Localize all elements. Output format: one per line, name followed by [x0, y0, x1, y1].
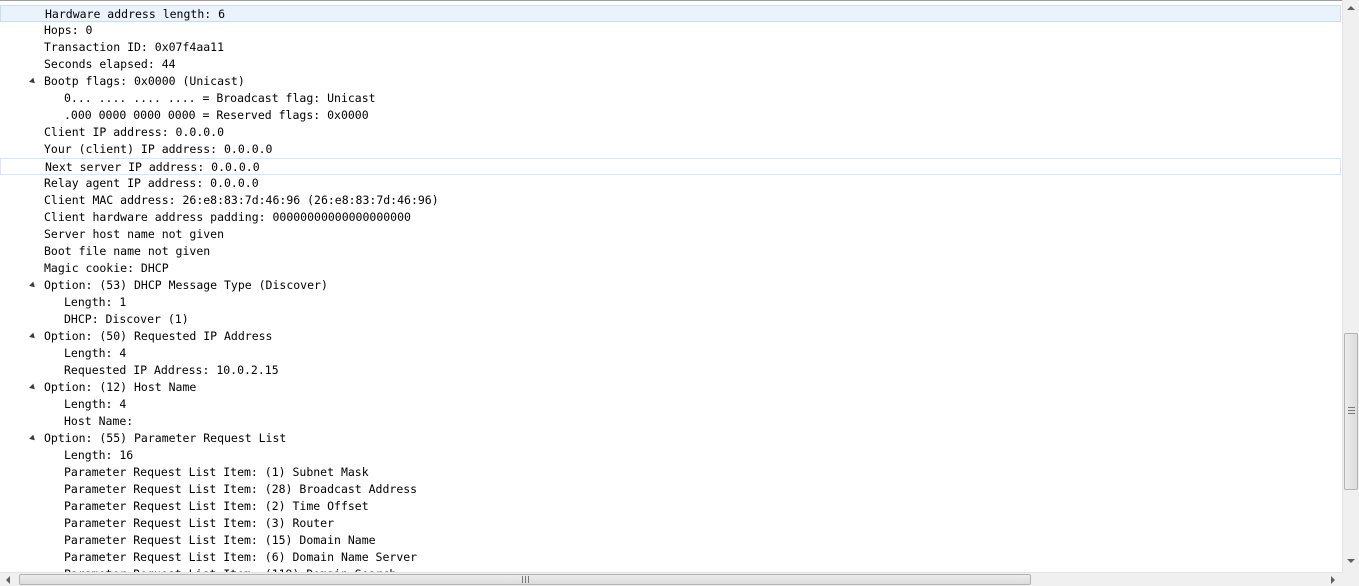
expander-triangle-icon[interactable] [29, 332, 37, 341]
tree-row-label: Parameter Request List Item: (3) Router [64, 516, 335, 530]
grip-icon [522, 576, 529, 583]
tree-row[interactable]: Length: 16 [0, 447, 1341, 464]
packet-details-tree[interactable]: Hardware address length: 6 Hops: 0 Transac… [0, 0, 1342, 572]
tree-row-label: Server host name not given [44, 227, 225, 241]
tree-row-label: Seconds elapsed: 44 [44, 57, 176, 71]
tree-row-label: Length: 16 [64, 448, 134, 462]
tree-row-label: Parameter Request List Item: (6) Domain … [64, 550, 418, 564]
tree-row[interactable]: Hops: 0 [0, 22, 1341, 39]
horizontal-scroll-thumb[interactable] [19, 574, 1031, 585]
tree-row-label: Parameter Request List Item: (15) Domain… [64, 533, 376, 547]
tree-row-label: Next server IP address: 0.0.0.0 [45, 160, 260, 174]
tree-row[interactable]: Relay agent IP address: 0.0.0.0 [0, 175, 1341, 192]
tree-row-label: Parameter Request List Item: (28) Broadc… [64, 482, 418, 496]
tree-row[interactable]: .000 0000 0000 0000 = Reserved flags: 0x… [0, 107, 1341, 124]
vertical-scroll-thumb[interactable] [1344, 333, 1358, 490]
tree-row-label: Length: 4 [64, 397, 127, 411]
tree-node-expandable[interactable]: Option: (55) Parameter Request List [0, 430, 1341, 447]
tree-row-label: DHCP: Discover (1) [64, 312, 189, 326]
tree-row[interactable]: Parameter Request List Item: (1) Subnet … [0, 464, 1341, 481]
tree-row[interactable]: Parameter Request List Item: (3) Router [0, 515, 1341, 532]
tree-row-label: Bootp flags: 0x0000 (Unicast) [44, 74, 245, 88]
scroll-right-arrow-icon[interactable] [1331, 576, 1335, 584]
tree-row-label: Parameter Request List Item: (1) Subnet … [64, 465, 369, 479]
tree-row[interactable]: Your (client) IP address: 0.0.0.0 [0, 141, 1341, 158]
tree-row[interactable]: Client IP address: 0.0.0.0 [0, 124, 1341, 141]
tree-row[interactable]: Parameter Request List Item: (28) Broadc… [0, 481, 1341, 498]
tree-row[interactable]: Length: 1 [0, 294, 1341, 311]
tree-row[interactable]: Requested IP Address: 10.0.2.15 [0, 362, 1341, 379]
tree-row-label: Option: (55) Parameter Request List [44, 431, 287, 445]
tree-row[interactable]: Hardware address length: 6 [0, 5, 1341, 22]
tree-row[interactable]: Parameter Request List Item: (2) Time Of… [0, 498, 1341, 515]
expander-triangle-icon[interactable] [29, 77, 37, 86]
tree-row-label: Client MAC address: 26:e8:83:7d:46:96 (2… [44, 193, 439, 207]
grip-icon [1348, 407, 1355, 414]
tree-row-label: Host Name: [64, 414, 134, 428]
tree-row-label: Parameter Request List Item: (2) Time Of… [64, 499, 369, 513]
tree-row-label: Transaction ID: 0x07f4aa11 [44, 40, 225, 54]
tree-row[interactable]: Host Name: [0, 413, 1341, 430]
tree-row[interactable]: 0... .... .... .... = Broadcast flag: Un… [0, 90, 1341, 107]
tree-row-label: Client IP address: 0.0.0.0 [44, 125, 225, 139]
scroll-down-arrow-icon[interactable] [1347, 559, 1355, 563]
tree-row[interactable]: Seconds elapsed: 44 [0, 56, 1341, 73]
expander-triangle-icon[interactable] [29, 281, 37, 290]
expander-triangle-icon[interactable] [29, 383, 37, 392]
tree-row[interactable]: Length: 4 [0, 345, 1341, 362]
tree-row-label: .000 0000 0000 0000 = Reserved flags: 0x… [64, 108, 369, 122]
tree-row-label: Your (client) IP address: 0.0.0.0 [44, 142, 273, 156]
scrollbar-corner [1342, 572, 1359, 586]
tree-row-label: Requested IP Address: 10.0.2.15 [64, 363, 279, 377]
tree-row-label: Option: (53) DHCP Message Type (Discover… [44, 278, 328, 292]
tree-row-label: Length: 4 [64, 346, 127, 360]
tree-node-expandable[interactable]: Bootp flags: 0x0000 (Unicast) [0, 73, 1341, 90]
tree-row-label: Client hardware address padding: 0000000… [44, 210, 411, 224]
scroll-up-arrow-icon[interactable] [1347, 6, 1355, 10]
tree-row[interactable]: Client MAC address: 26:e8:83:7d:46:96 (2… [0, 192, 1341, 209]
tree-row-label: Magic cookie: DHCP [44, 261, 169, 275]
expander-triangle-icon[interactable] [29, 434, 37, 443]
tree-node-expandable[interactable]: Option: (50) Requested IP Address [0, 328, 1341, 345]
horizontal-scrollbar[interactable] [0, 572, 1342, 586]
vertical-scrollbar[interactable] [1342, 0, 1359, 572]
tree-node-expandable[interactable]: Option: (53) DHCP Message Type (Discover… [0, 277, 1341, 294]
tree-row[interactable]: Parameter Request List Item: (6) Domain … [0, 549, 1341, 566]
tree-row-label: Length: 1 [64, 295, 127, 309]
tree-row[interactable]: Boot file name not given [0, 243, 1341, 260]
tree-row-label: 0... .... .... .... = Broadcast flag: Un… [64, 91, 376, 105]
tree-row[interactable]: Length: 4 [0, 396, 1341, 413]
tree-row[interactable]: Client hardware address padding: 0000000… [0, 209, 1341, 226]
tree-row[interactable]: Transaction ID: 0x07f4aa11 [0, 39, 1341, 56]
tree-row[interactable]: Parameter Request List Item: (15) Domain… [0, 532, 1341, 549]
tree-row[interactable]: Next server IP address: 0.0.0.0 [0, 158, 1341, 175]
tree-row[interactable]: DHCP: Discover (1) [0, 311, 1341, 328]
tree-row-label: Boot file name not given [44, 244, 211, 258]
tree-row[interactable]: Server host name not given [0, 226, 1341, 243]
tree-row-label: Option: (12) Host Name [44, 380, 197, 394]
tree-row-label: Relay agent IP address: 0.0.0.0 [44, 176, 259, 190]
tree-row-label: Hardware address length: 6 [45, 7, 226, 21]
scroll-left-arrow-icon[interactable] [6, 576, 10, 584]
tree-row-label: Hops: 0 [44, 23, 93, 37]
tree-row[interactable]: Magic cookie: DHCP [0, 260, 1341, 277]
tree-row-label: Option: (50) Requested IP Address [44, 329, 273, 343]
tree-node-expandable[interactable]: Option: (12) Host Name [0, 379, 1341, 396]
